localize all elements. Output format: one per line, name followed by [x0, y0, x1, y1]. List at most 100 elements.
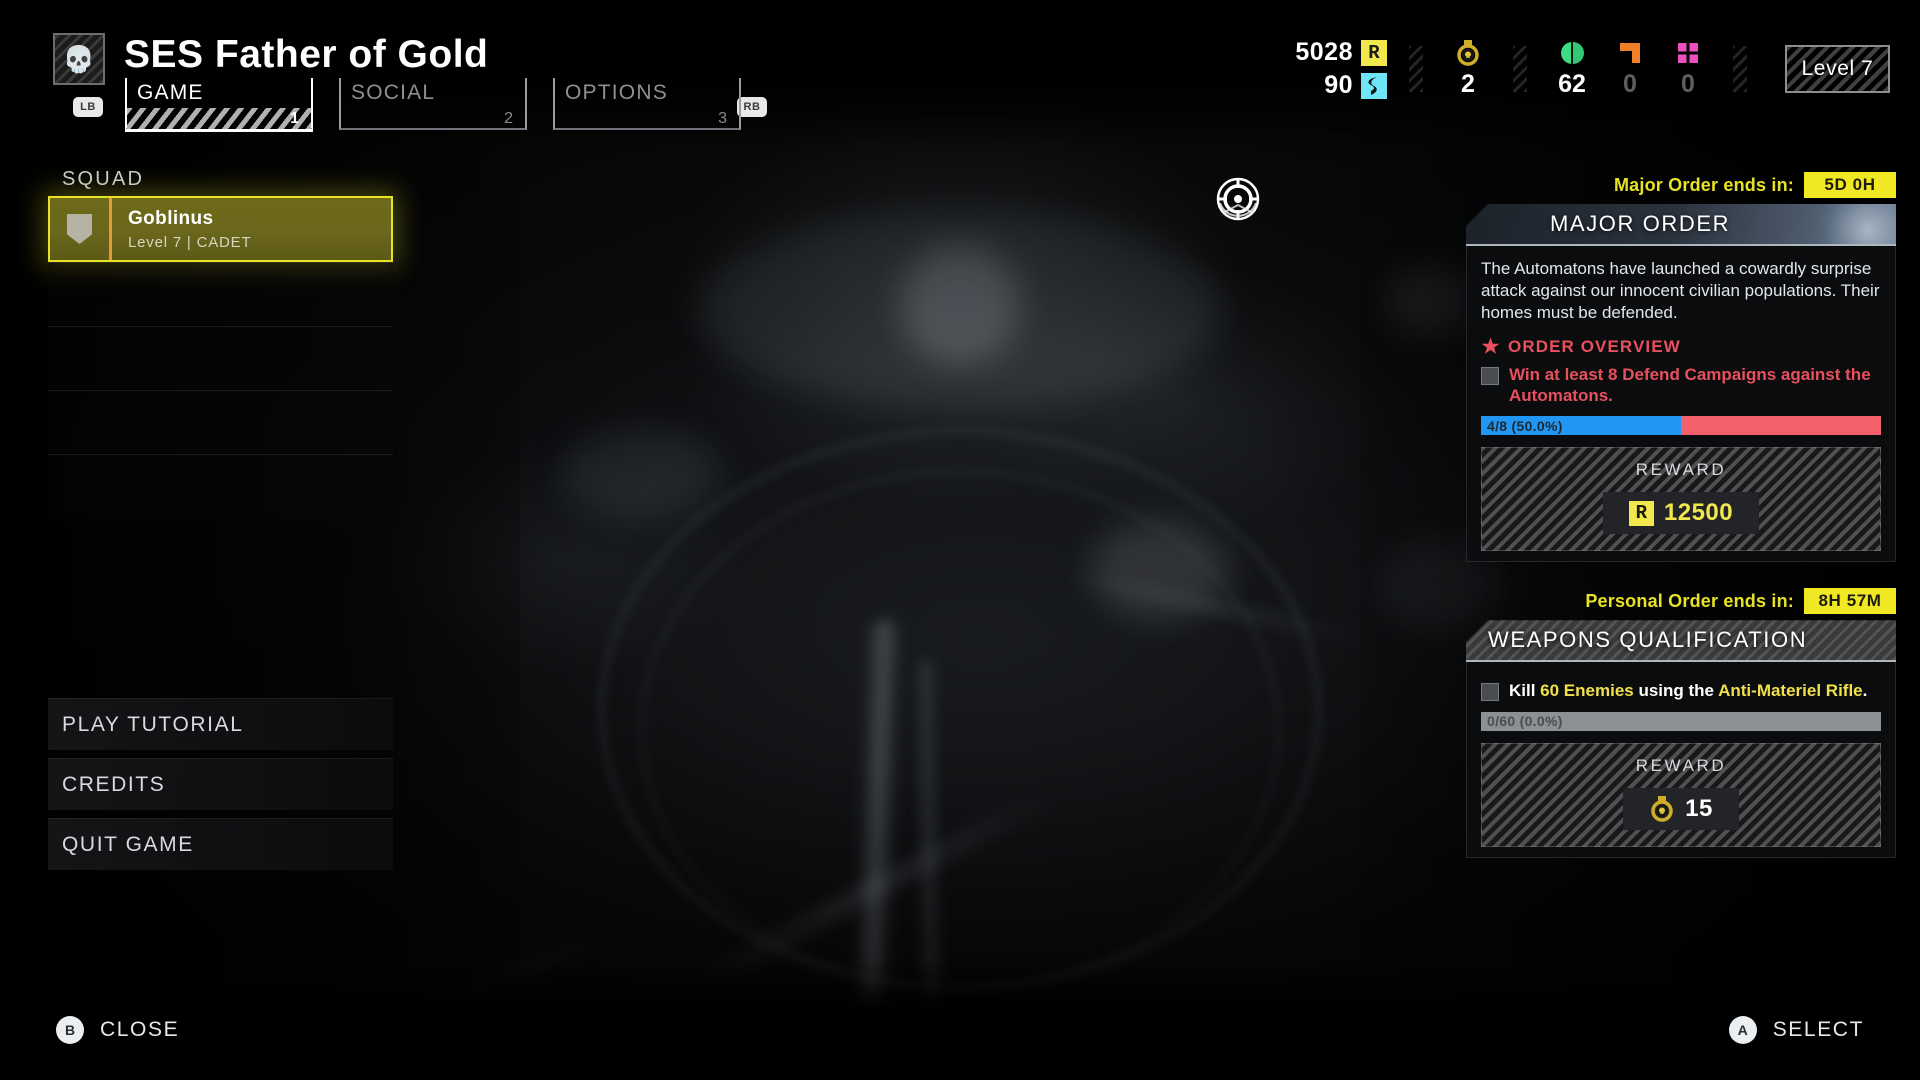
squad-empty-slot[interactable] [48, 390, 393, 454]
pink-sample-icon [1676, 40, 1700, 66]
lb-bumper-button[interactable]: LB [73, 97, 103, 117]
squad-empty-slot[interactable] [48, 262, 393, 326]
tab-game-label: GAME [137, 81, 204, 104]
ship-emblem: 💀 [53, 33, 105, 85]
personal-order-body: Kill 60 Enemies using the Anti-Materiel … [1466, 662, 1896, 858]
personal-order-timer-label: Personal Order ends in: [1585, 590, 1794, 611]
major-order-progress-text: 4/8 (50.0%) [1487, 417, 1563, 434]
major-order-task-row: Win at least 8 Defend Campaigns against … [1481, 364, 1881, 407]
common-sample-group: 62 [1543, 40, 1601, 99]
task-suffix: . [1862, 681, 1868, 701]
personal-order-task-text: Kill 60 Enemies using the Anti-Materiel … [1509, 680, 1867, 701]
level-badge-label: Level 7 [1801, 57, 1874, 80]
panel-spacer [1466, 562, 1896, 588]
task-checkbox[interactable] [1481, 366, 1499, 385]
medals-value: 2 [1461, 69, 1475, 98]
select-button[interactable]: A SELECT [1728, 1016, 1864, 1044]
common-sample-icon [1560, 40, 1584, 66]
medals-group: 2 [1439, 39, 1497, 99]
menu-item-quit-game[interactable]: QUIT GAME [48, 818, 393, 870]
squad-member-meta: Level 7 | CADET [128, 233, 252, 251]
game-screen: 💀 SES Father of Gold LB R B GAME 1 SOCIAL… [0, 0, 1920, 1080]
personal-order-reward-label: REWARD [1635, 755, 1727, 775]
personal-order-progress-bar: 0/60 (0.0%) [1481, 711, 1881, 731]
squad-member-row[interactable]: Goblinus Level 7 | CADET [48, 196, 393, 262]
rare-sample-value: 0 [1623, 69, 1637, 98]
select-button-label: SELECT [1772, 1018, 1864, 1041]
resource-divider-2 [1513, 46, 1527, 92]
squad-empty-slot[interactable] [48, 326, 393, 390]
major-order-reward-box: REWARD R 12500 [1481, 447, 1881, 552]
major-order-overview-row: ORDER OVERVIEW [1481, 337, 1881, 357]
currency-group: 5028 R 90 [1295, 38, 1387, 100]
footer-bar: B CLOSE A SELECT [0, 984, 1920, 1080]
major-order-timer: Major Order ends in: 5D 0H [1466, 172, 1896, 198]
task-weapon: Anti-Materiel Rifle [1718, 681, 1863, 701]
orders-panel: Major Order ends in: 5D 0H MAJOR ORDER T… [1466, 172, 1896, 858]
super-sample-row: 90 [1295, 71, 1387, 100]
task-prefix: Kill [1509, 681, 1541, 701]
task-count: 60 Enemies [1540, 681, 1634, 701]
a-button-icon: A [1728, 1016, 1757, 1044]
b-button-icon: B [56, 1016, 84, 1044]
task-mid: using the [1633, 681, 1719, 701]
resource-divider [1409, 46, 1423, 92]
squad-member-info: Goblinus Level 7 | CADET [112, 208, 251, 251]
major-order-reward-label: REWARD [1635, 460, 1727, 480]
rare-sample-group: 0 [1601, 40, 1659, 99]
level-badge: Level 7 [1785, 45, 1890, 93]
major-order-overview-label: ORDER OVERVIEW [1508, 336, 1681, 356]
squad-list: Goblinus Level 7 | CADET [48, 196, 393, 518]
major-order-body: The Automatons have launched a cowardly … [1466, 246, 1896, 563]
squad-section-label: SQUAD [62, 168, 145, 190]
super-sample-glyph [1368, 76, 1377, 95]
personal-order-timer-value: 8H 57M [1804, 588, 1896, 615]
major-order-timer-label: Major Order ends in: [1613, 174, 1794, 195]
tab-options-label: OPTIONS [565, 81, 668, 104]
header-bar: 💀 SES Father of Gold LB RB GAME 1 SOCIAL… [0, 0, 1920, 150]
tab-options[interactable]: OPTIONS 3 [553, 78, 741, 130]
requisition-row: 5028 R [1295, 38, 1387, 67]
close-button[interactable]: B CLOSE [56, 1016, 179, 1044]
task-checkbox[interactable] [1481, 683, 1499, 702]
personal-order-task-row: Kill 60 Enemies using the Anti-Materiel … [1481, 680, 1881, 702]
personal-order-header: WEAPONS QUALIFICATION [1466, 620, 1896, 663]
main-menu-list: PLAY TUTORIAL CREDITS QUIT GAME [48, 698, 393, 878]
tab-options-number: 3 [718, 110, 727, 127]
resource-divider-3 [1733, 46, 1747, 92]
tab-game-fill [127, 108, 311, 130]
squad-member-avatar [50, 198, 112, 260]
personal-order-reward-chip: 15 [1623, 787, 1739, 830]
common-sample-value: 62 [1558, 69, 1586, 98]
super-sample-icon [1361, 72, 1387, 99]
tab-game[interactable]: GAME 1 [125, 78, 313, 132]
menu-item-play-tutorial[interactable]: PLAY TUTORIAL [48, 698, 393, 750]
medal-icon [1456, 39, 1480, 66]
major-order-progress-bar: 4/8 (50.0%) [1481, 416, 1881, 436]
personal-order-progress-text: 0/60 (0.0%) [1487, 713, 1563, 730]
personal-order-reward-value: 15 [1685, 794, 1713, 822]
personal-order-title: WEAPONS QUALIFICATION [1488, 627, 1808, 653]
requisition-slip-icon: R [1628, 500, 1654, 526]
major-order-description: The Automatons have launched a cowardly … [1481, 259, 1880, 322]
major-order-task-text: Win at least 8 Defend Campaigns against … [1509, 364, 1871, 406]
menu-item-credits[interactable]: CREDITS [48, 758, 393, 810]
star-icon [1481, 337, 1500, 355]
tab-game-number: 1 [290, 110, 299, 127]
major-order-reward-chip: R 12500 [1602, 492, 1760, 535]
page-title: SES Father of Gold [124, 33, 489, 76]
super-sample-value: 90 [1324, 71, 1353, 99]
tab-social-label: SOCIAL [351, 81, 436, 104]
requisition-slip-icon: R [1361, 39, 1387, 66]
medal-icon [1649, 795, 1675, 822]
pink-sample-group: 0 [1659, 40, 1717, 99]
tab-game-underline [125, 129, 313, 132]
squad-empty-slot[interactable] [48, 454, 393, 518]
tab-bar: GAME 1 SOCIAL 2 OPTIONS 3 [125, 78, 767, 132]
tab-social-number: 2 [504, 110, 513, 127]
tab-social[interactable]: SOCIAL 2 [339, 78, 527, 130]
close-button-label: CLOSE [100, 1018, 180, 1041]
major-order-reward-value: 12500 [1663, 499, 1734, 527]
major-order-title: MAJOR ORDER [1550, 211, 1731, 236]
resource-bar: 5028 R 90 2 62 0 0 Level 7 [1295, 30, 1890, 108]
